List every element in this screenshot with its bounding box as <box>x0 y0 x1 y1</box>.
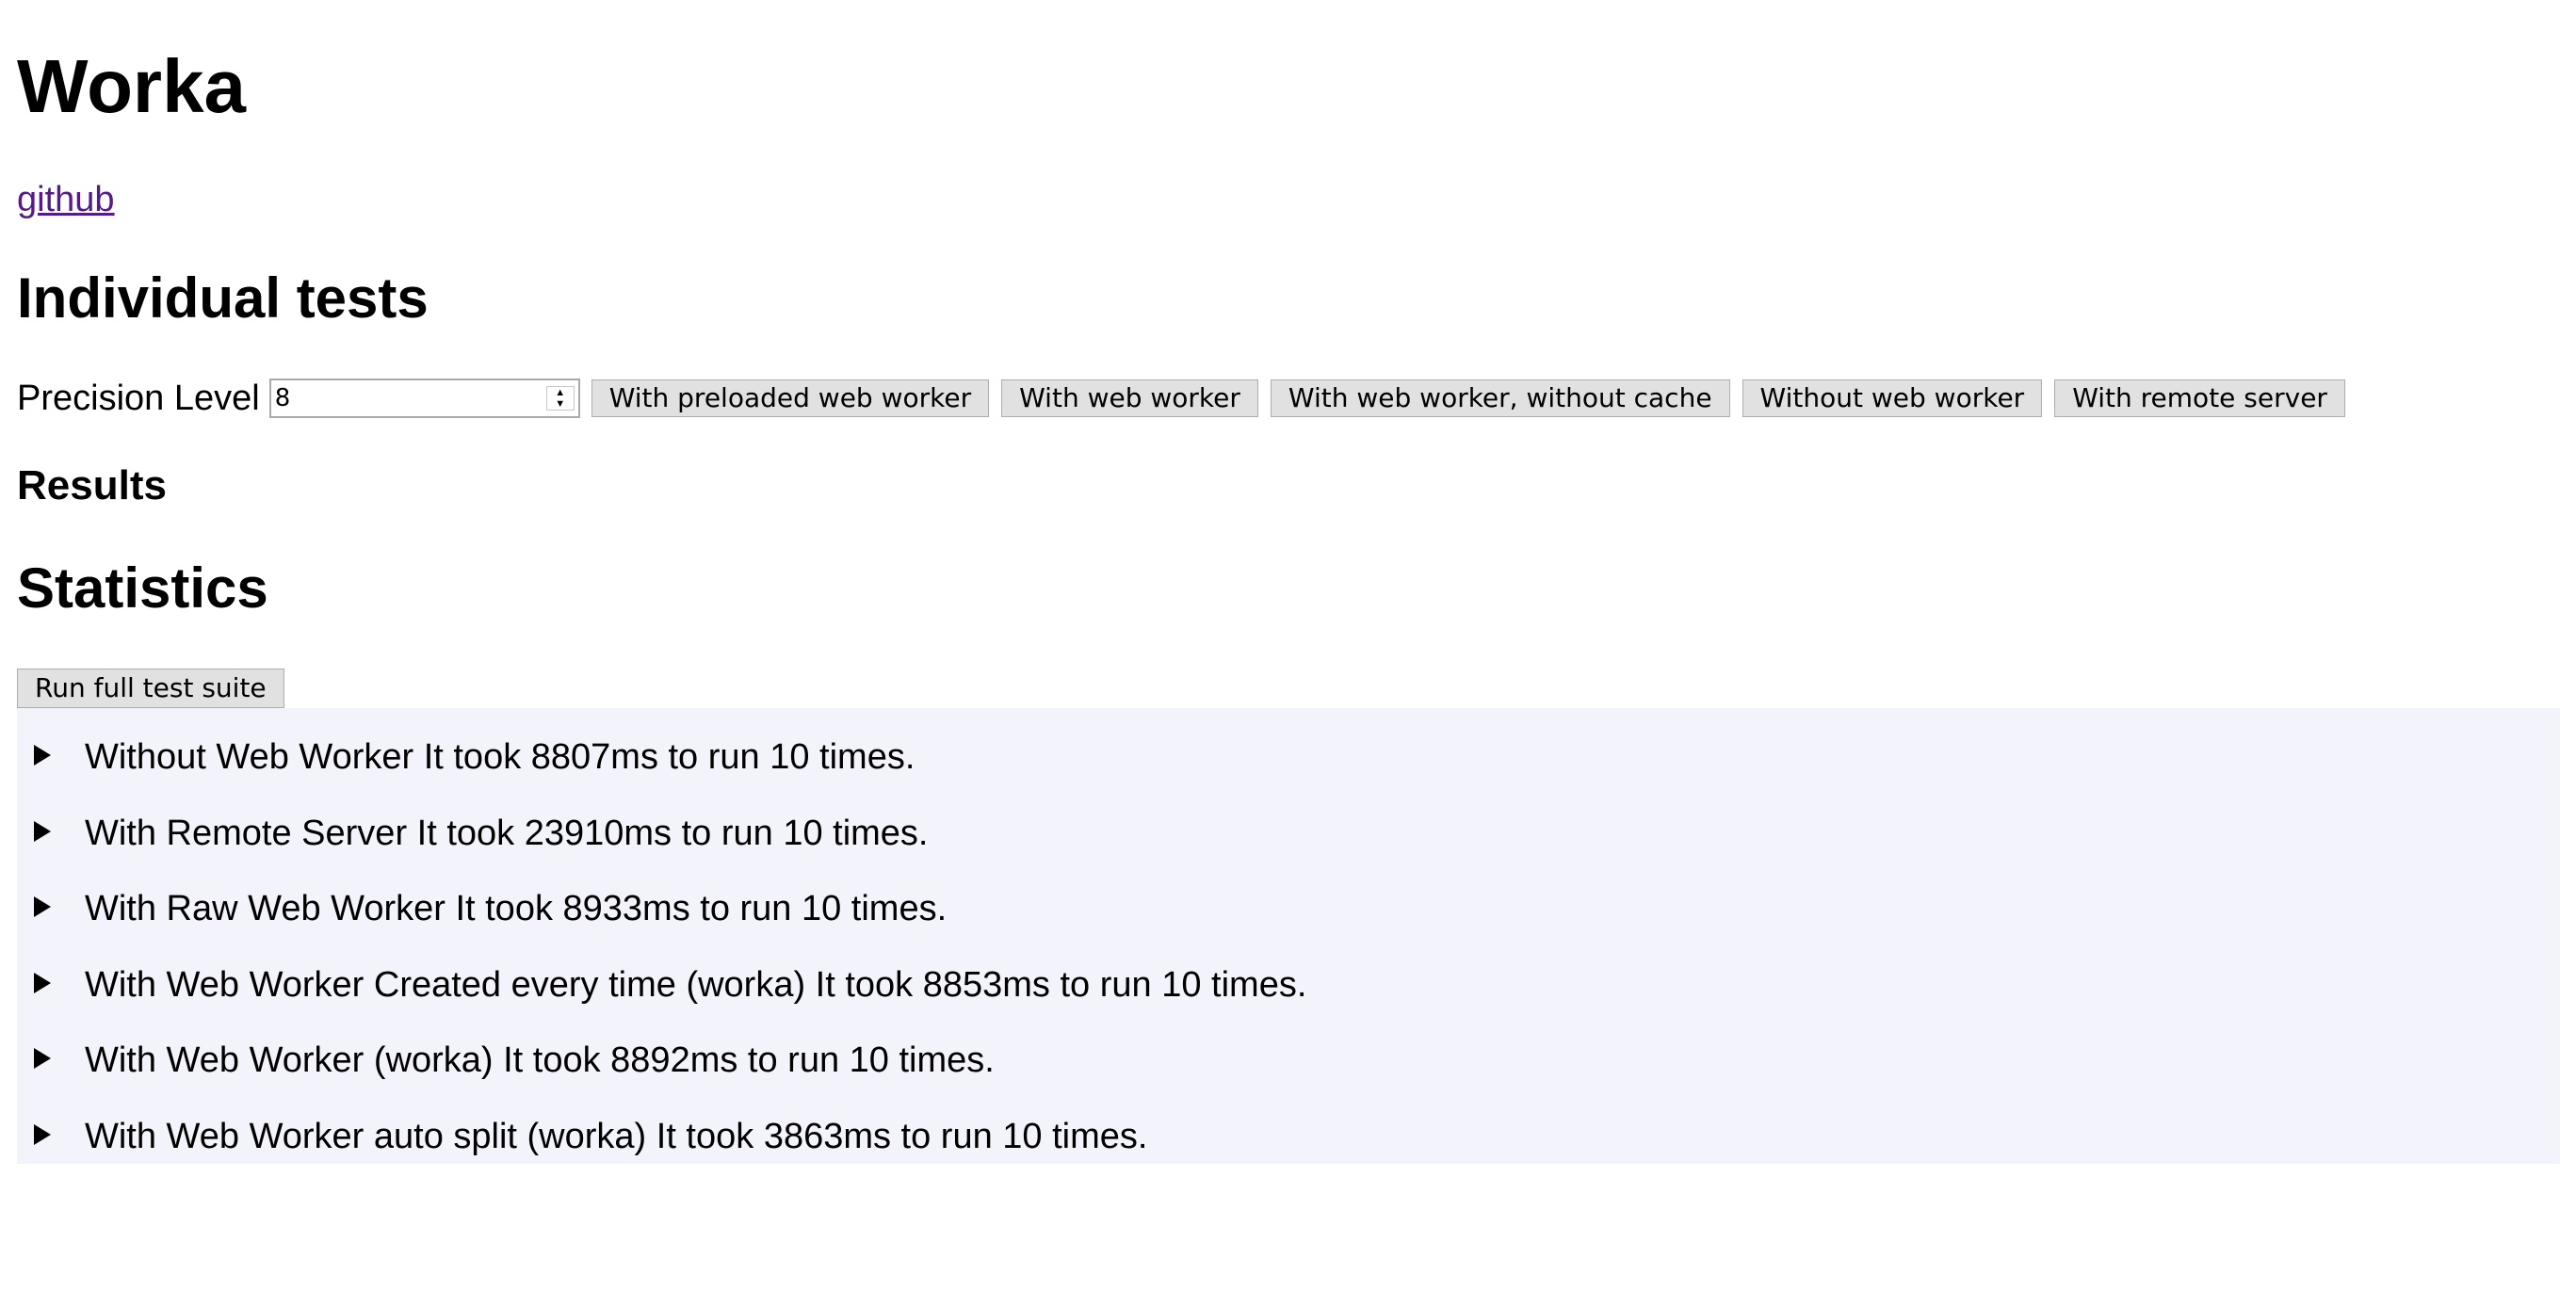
stat-item-raw-web-worker[interactable]: With Raw Web Worker It took 8933ms to ru… <box>17 871 2560 947</box>
stat-item-web-worker-auto-split[interactable]: With Web Worker auto split (worka) It to… <box>17 1099 2560 1175</box>
disclosure-triangle-right-icon[interactable] <box>34 896 51 918</box>
stat-item-web-worker-worka[interactable]: With Web Worker (worka) It took 8892ms t… <box>17 1023 2560 1099</box>
web-worker-without-cache-button[interactable]: With web worker, without cache <box>1270 379 1730 417</box>
stat-item-web-worker-created-every-time[interactable]: With Web Worker Created every time (work… <box>17 947 2560 1024</box>
disclosure-triangle-right-icon[interactable] <box>34 1048 51 1070</box>
web-worker-button[interactable]: With web worker <box>1001 379 1258 417</box>
stat-item-label: With Web Worker Created every time (work… <box>85 964 1307 1005</box>
disclosure-triangle-right-icon[interactable] <box>34 820 51 842</box>
stat-item-without-web-worker[interactable]: Without Web Worker It took 8807ms to run… <box>17 719 2560 796</box>
preloaded-web-worker-button[interactable]: With preloaded web worker <box>591 379 990 417</box>
stat-item-label: With Web Worker auto split (worka) It to… <box>85 1116 1148 1156</box>
stat-item-label: Without Web Worker It took 8807ms to run… <box>85 737 915 778</box>
disclosure-triangle-right-icon[interactable] <box>34 745 51 766</box>
remote-server-button[interactable]: With remote server <box>2054 379 2345 417</box>
stat-item-label: With Remote Server It took 23910ms to ru… <box>85 813 929 853</box>
results-heading: Results <box>17 462 167 508</box>
disclosure-triangle-right-icon[interactable] <box>34 1123 51 1145</box>
run-full-test-suite-button[interactable]: Run full test suite <box>17 669 284 708</box>
stat-item-label: With Web Worker (worka) It took 8892ms t… <box>85 1040 995 1081</box>
precision-level-field[interactable]: ▲▼ <box>268 379 580 418</box>
statistics-heading: Statistics <box>17 556 268 620</box>
spinner-arrows-icon[interactable]: ▲ ▼ <box>545 386 575 411</box>
stat-item-label: With Raw Web Worker It took 8933ms to ru… <box>85 889 948 929</box>
disclosure-triangle-right-icon[interactable] <box>34 972 51 993</box>
without-web-worker-button[interactable]: Without web worker <box>1742 379 2043 417</box>
precision-level-label: Precision Level <box>17 379 260 418</box>
precision-level-input[interactable] <box>270 380 543 416</box>
statistics-results-panel: Without Web Worker It took 8807ms to run… <box>17 708 2560 1164</box>
individual-tests-heading: Individual tests <box>17 266 429 330</box>
github-link[interactable]: github <box>17 179 115 220</box>
stat-item-remote-server[interactable]: With Remote Server It took 23910ms to ru… <box>17 796 2560 872</box>
page-title: Worka <box>17 44 247 128</box>
individual-tests-controls: Precision Level ▲▼ With preloaded web wo… <box>17 377 2357 420</box>
